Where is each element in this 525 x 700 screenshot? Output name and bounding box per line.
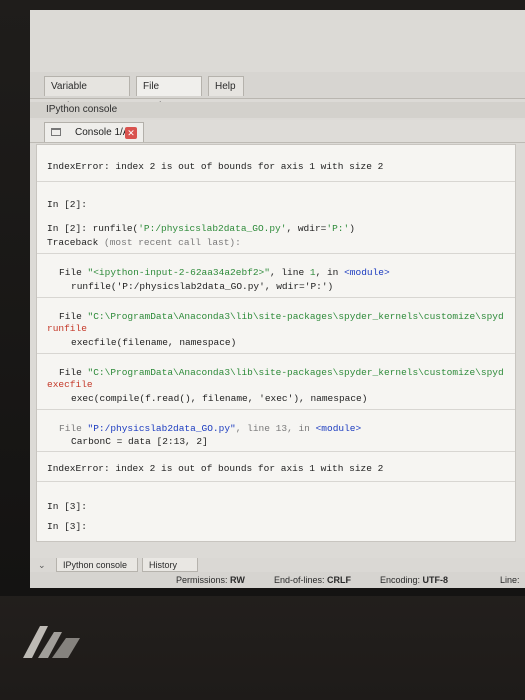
code-text: , in <box>315 267 345 278</box>
permissions-label: Permissions: <box>176 575 228 585</box>
code-text: , wdir= <box>286 223 327 234</box>
status-bar: Permissions: RW End-of-lines: CRLF Encod… <box>30 572 525 588</box>
file-keyword: File <box>59 267 88 278</box>
tab-ipython-console[interactable]: IPython console <box>56 558 138 572</box>
line-number: 13 <box>275 423 288 434</box>
console-output[interactable]: IndexError: index 2 is out of bounds for… <box>36 144 516 542</box>
divider <box>37 451 515 452</box>
top-tab-bar: Variable explorer File explorer Help <box>30 72 525 112</box>
traceback-file-line: File "C:\ProgramData\Anaconda3\lib\site-… <box>59 311 504 322</box>
code-text: , line <box>235 423 276 434</box>
tab-file-explorer[interactable]: File explorer <box>136 76 202 112</box>
file-path: "<ipython-input-2-62aa34a2ebf2>" <box>87 267 270 278</box>
prompt-line: In [3]: <box>47 501 87 512</box>
console-icon <box>51 128 61 136</box>
tab-variable-explorer[interactable]: Variable explorer <box>44 76 130 112</box>
code-text: ) <box>349 223 355 234</box>
tab-history-log[interactable]: History log <box>142 558 198 584</box>
error-line: IndexError: index 2 is out of bounds for… <box>47 463 384 474</box>
traceback-file-line: File "P:/physicslab2data_GO.py", line 13… <box>59 423 361 434</box>
function-name: execfile <box>47 379 93 390</box>
string-literal: 'P:' <box>326 223 350 234</box>
monitor-brand-logo <box>23 626 80 658</box>
eol-status: End-of-lines: CRLF <box>274 572 351 588</box>
console-tab-label: Console 1/A <box>75 127 130 138</box>
file-path: "C:\ProgramData\Anaconda3\lib\site-packa… <box>87 367 504 378</box>
bottom-tab-bar: ⌄ IPython console History log <box>30 558 525 584</box>
traceback-line: Traceback (most recent call last): <box>47 237 241 248</box>
code-line: exec(compile(f.read(), filename, 'exec')… <box>71 393 368 404</box>
encoding-value: UTF-8 <box>422 575 449 585</box>
file-keyword: File <box>59 311 88 322</box>
code-line: CarbonC = data [2:13, 2] <box>71 436 208 447</box>
encoding-status: Encoding: UTF-8 <box>380 572 448 588</box>
code-text: , in <box>287 423 316 434</box>
traceback-file-line: File "<ipython-input-2-62aa34a2ebf2>", l… <box>59 267 390 278</box>
divider <box>37 409 515 410</box>
divider <box>37 353 515 354</box>
runfile-line: In [2]: runfile('P:/physicslab2data_GO.p… <box>47 223 355 234</box>
console-tab[interactable]: Console 1/A ✕ <box>44 122 144 142</box>
spyder-window: Variable explorer File explorer Help IPy… <box>30 10 525 588</box>
error-line: IndexError: index 2 is out of bounds for… <box>47 161 384 172</box>
eol-label: End-of-lines: <box>274 575 325 585</box>
permissions-status: Permissions: RW <box>176 572 245 588</box>
traceback-note: (most recent call last): <box>104 237 241 248</box>
prompt-text: In [2]: runfile( <box>47 223 139 234</box>
code-line: execfile(filename, namespace) <box>71 337 237 348</box>
eol-value: CRLF <box>327 575 352 585</box>
file-path: "P:/physicslab2data_GO.py" <box>87 423 236 434</box>
divider <box>37 481 515 482</box>
traceback-text: Traceback <box>47 237 105 248</box>
divider <box>37 181 515 182</box>
string-literal: 'P:/physicslab2data_GO.py' <box>138 223 287 234</box>
module-name: <module> <box>344 267 390 278</box>
traceback-file-line: File "C:\ProgramData\Anaconda3\lib\site-… <box>59 367 504 378</box>
code-text: , line <box>269 267 310 278</box>
line-status: Line: <box>500 575 520 585</box>
chevron-down-icon[interactable]: ⌄ <box>38 560 46 571</box>
prompt-line: In [2]: <box>47 199 87 210</box>
function-name: runfile <box>47 323 87 334</box>
file-path: "C:\ProgramData\Anaconda3\lib\site-packa… <box>87 311 504 322</box>
console-tab-bar: Console 1/A ✕ <box>30 120 525 143</box>
divider <box>37 253 515 254</box>
prompt-line[interactable]: In [3]: <box>47 521 87 532</box>
close-icon[interactable]: ✕ <box>125 127 137 139</box>
divider <box>37 297 515 298</box>
panel-title: IPython console <box>30 102 525 118</box>
code-line: runfile('P:/physicslab2data_GO.py', wdir… <box>71 281 334 292</box>
file-keyword: File <box>59 423 88 434</box>
module-name: <module> <box>315 423 362 434</box>
file-keyword: File <box>59 367 88 378</box>
encoding-label: Encoding: <box>380 575 421 585</box>
tab-help[interactable]: Help <box>208 76 244 96</box>
permissions-value: RW <box>230 575 245 585</box>
